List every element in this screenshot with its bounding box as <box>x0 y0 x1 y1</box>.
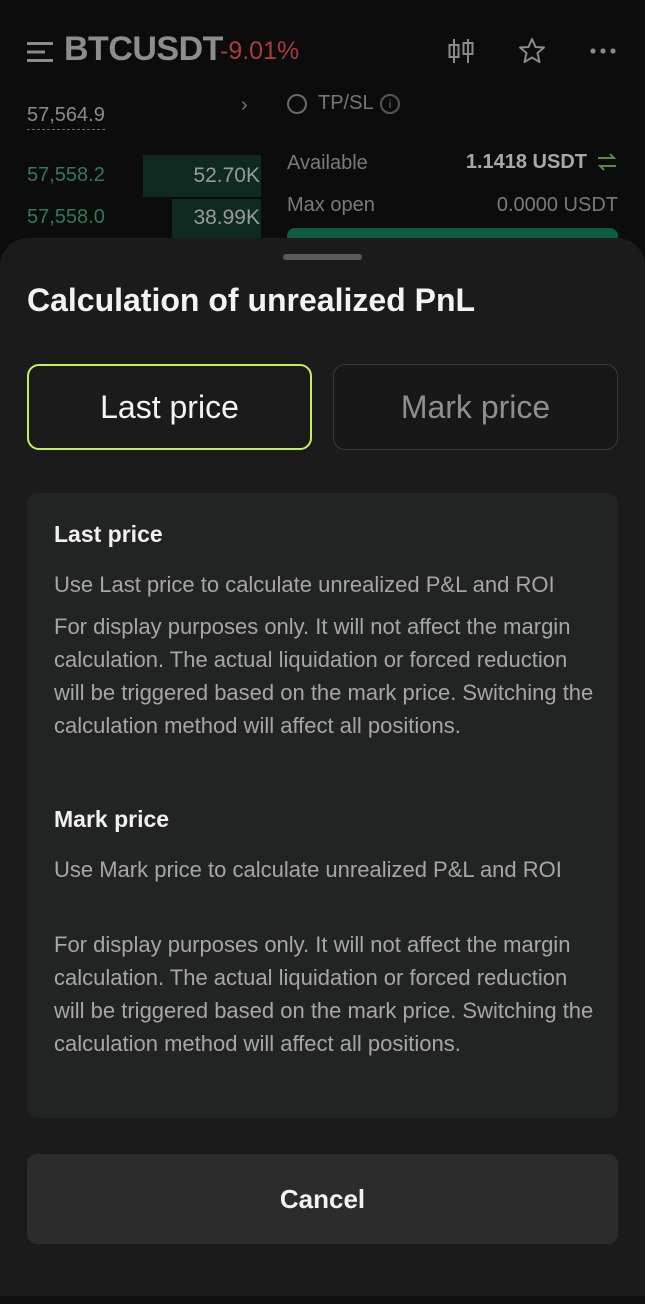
orderbook-size: 52.70K <box>193 164 260 187</box>
tpsl-label: TP/SL <box>318 92 374 114</box>
top-bar: BTCUSDT -9.01% <box>0 0 645 100</box>
last-price-option[interactable]: Last price <box>27 364 312 450</box>
orderbook-size: 38.99K <box>193 206 260 229</box>
section-body: For display purposes only. It will not a… <box>54 932 594 1056</box>
candlestick-icon[interactable] <box>446 36 476 66</box>
tpsl-radio[interactable] <box>287 94 307 114</box>
navigation-bar <box>0 1296 645 1304</box>
price-change: -9.01% <box>220 37 300 65</box>
section-subtitle: Use Last price to calculate unrealized P… <box>54 572 555 597</box>
cancel-button[interactable]: Cancel <box>27 1154 618 1244</box>
reference-price[interactable]: 57,564.9 <box>27 104 105 130</box>
mark-price-option[interactable]: Mark price <box>333 364 618 450</box>
section-body: For display purposes only. It will not a… <box>54 614 594 738</box>
symbol-title[interactable]: BTCUSDT <box>64 30 223 69</box>
section-subtitle: Use Mark price to calculate unrealized P… <box>54 857 562 882</box>
max-open-label: Max open <box>287 194 375 216</box>
orderbook-price[interactable]: 57,558.2 <box>27 164 105 187</box>
menu-icon[interactable] <box>27 40 55 64</box>
sheet-title: Calculation of unrealized PnL <box>27 282 476 318</box>
sheet-drag-handle[interactable] <box>283 254 362 260</box>
more-icon[interactable] <box>588 36 618 66</box>
star-icon[interactable] <box>517 36 547 66</box>
section-title: Mark price <box>54 806 170 832</box>
description-panel: Last price Use Last price to calculate u… <box>27 493 618 1118</box>
option-label: Mark price <box>400 388 551 425</box>
info-icon[interactable]: i <box>380 94 400 114</box>
transfer-icon[interactable] <box>596 152 618 172</box>
option-label: Last price <box>100 388 239 425</box>
available-label: Available <box>287 152 368 174</box>
section-title: Last price <box>54 521 163 547</box>
pnl-calculation-sheet: Calculation of unrealized PnL Last price… <box>0 238 645 1304</box>
available-value: 1.1418 USDT <box>465 151 587 173</box>
max-open-value: 0.0000 USDT <box>496 194 618 216</box>
orderbook-price[interactable]: 57,558.0 <box>27 206 105 229</box>
chevron-right-icon[interactable]: › <box>241 94 248 117</box>
screen: BTCUSDT -9.01% 57,564.9 › 57,558.2 52.70… <box>0 0 645 1304</box>
